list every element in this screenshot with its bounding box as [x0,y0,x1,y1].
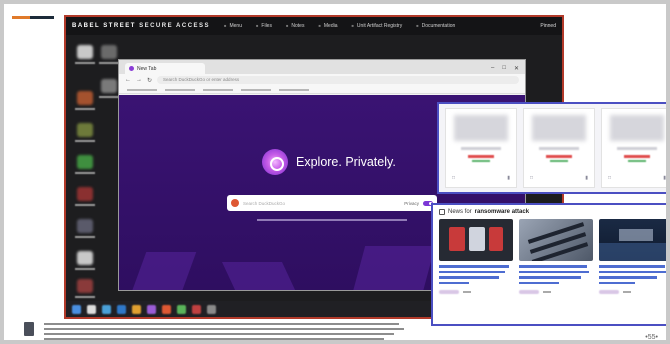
desktop-icon[interactable] [74,155,96,174]
desktop-icon[interactable] [74,91,96,110]
nav-item-files[interactable]: Files [256,23,272,29]
bookmark-item[interactable] [279,89,309,91]
news-card[interactable] [519,219,593,294]
desktop-icon[interactable] [98,45,120,64]
news-thumbnail[interactable] [519,219,593,261]
minimize-icon[interactable]: – [491,65,494,72]
hero-headline: Explore. Privately. [296,155,396,169]
nav-item-documentation[interactable]: Documentation [416,23,456,29]
news-card[interactable] [599,219,666,294]
product-card[interactable]: □ ▮ [601,108,666,188]
browser-tab[interactable]: New Tab [125,63,205,74]
taskbar-icon[interactable] [102,304,111,314]
desktop-icon[interactable] [74,187,96,206]
start-icon[interactable] [72,304,81,314]
hero: Explore. Privately. [262,149,396,175]
taskbar-icon[interactable] [162,304,171,314]
product-card[interactable]: □ ▮ [445,108,517,188]
product-card[interactable]: □ ▮ [523,108,595,188]
tab-favicon-icon [129,66,134,71]
nav-item-media[interactable]: Media [318,23,338,29]
bookmark-item[interactable] [165,89,195,91]
news-query: ransomware attack [474,209,530,215]
back-icon[interactable]: ← [125,77,131,83]
taskbar-icon[interactable] [177,304,186,314]
bookmarks-bar [119,86,525,94]
card-icon: □ [608,175,612,181]
card-icon: □ [530,175,534,181]
taskbar-icon[interactable] [132,304,141,314]
brand-logo: BABEL STREET SECURE ACCESS [72,23,211,29]
taskbar-icon[interactable] [192,304,201,314]
bookmark-item[interactable] [127,89,157,91]
browser-logo-icon [262,149,288,175]
top-navigation-bar: BABEL STREET SECURE ACCESS Menu Files No… [66,17,562,35]
close-icon[interactable]: ✕ [514,65,519,72]
search-input[interactable]: Search DuckDuckGo Privacy [227,195,437,211]
forward-icon[interactable]: → [136,77,142,83]
desktop-icon[interactable] [74,279,96,298]
cart-icon[interactable]: ▮ [585,175,588,181]
taskbar-icon[interactable] [147,304,156,314]
news-thumbnail[interactable] [439,219,513,261]
address-bar[interactable]: Search DuckDuckGo or enter address [157,76,519,84]
bookmark-item[interactable] [203,89,233,91]
news-icon [439,209,445,215]
background-shape [222,262,296,290]
desktop-icon[interactable] [98,79,120,98]
slide: BABEL STREET SECURE ACCESS Menu Files No… [4,4,666,340]
desktop-icon[interactable] [74,123,96,142]
reload-icon[interactable]: ↻ [147,77,152,84]
cart-icon[interactable]: ▮ [663,175,666,181]
cart-icon[interactable]: ▮ [507,175,510,181]
desktop-icon[interactable] [74,219,96,238]
card-icon: □ [452,175,456,181]
nav-item-registry[interactable]: Unit Artifact Registry [352,23,402,29]
tab-strip: New Tab – □ ✕ [119,60,525,74]
nav-item-notes[interactable]: Notes [286,23,304,29]
page-number: •55• [645,334,658,340]
taskbar-icon[interactable] [117,304,126,314]
background-shape [131,252,197,290]
desktop-icon[interactable] [74,45,96,64]
privacy-label: Privacy [404,200,419,206]
product-cards-panel: □ ▮ □ ▮ □ ▮ [437,102,666,194]
news-panel: News for ransomware attack [431,203,666,326]
news-thumbnail[interactable] [599,219,666,261]
search-placeholder: Search DuckDuckGo [243,200,286,206]
background-shape [352,246,436,290]
taskbar-icon[interactable] [207,304,216,314]
footer-logo [24,322,34,336]
hero-subtitle-line [257,219,407,221]
duck-icon [231,199,239,207]
desktop-icon[interactable] [74,251,96,270]
news-heading: News for ransomware attack [439,209,529,215]
news-card[interactable] [439,219,513,294]
nav-item-menu[interactable]: Menu [224,23,242,29]
maximize-icon[interactable]: □ [502,65,506,72]
address-row: ← → ↻ Search DuckDuckGo or enter address [119,74,525,86]
accent-bar [12,16,54,19]
window-controls: – □ ✕ [485,65,525,74]
taskbar-icon[interactable] [87,304,96,314]
tab-title: New Tab [137,65,157,72]
bookmark-item[interactable] [241,89,271,91]
footer-disclaimer [44,323,404,340]
pinned-label[interactable]: Pinned [540,23,556,29]
